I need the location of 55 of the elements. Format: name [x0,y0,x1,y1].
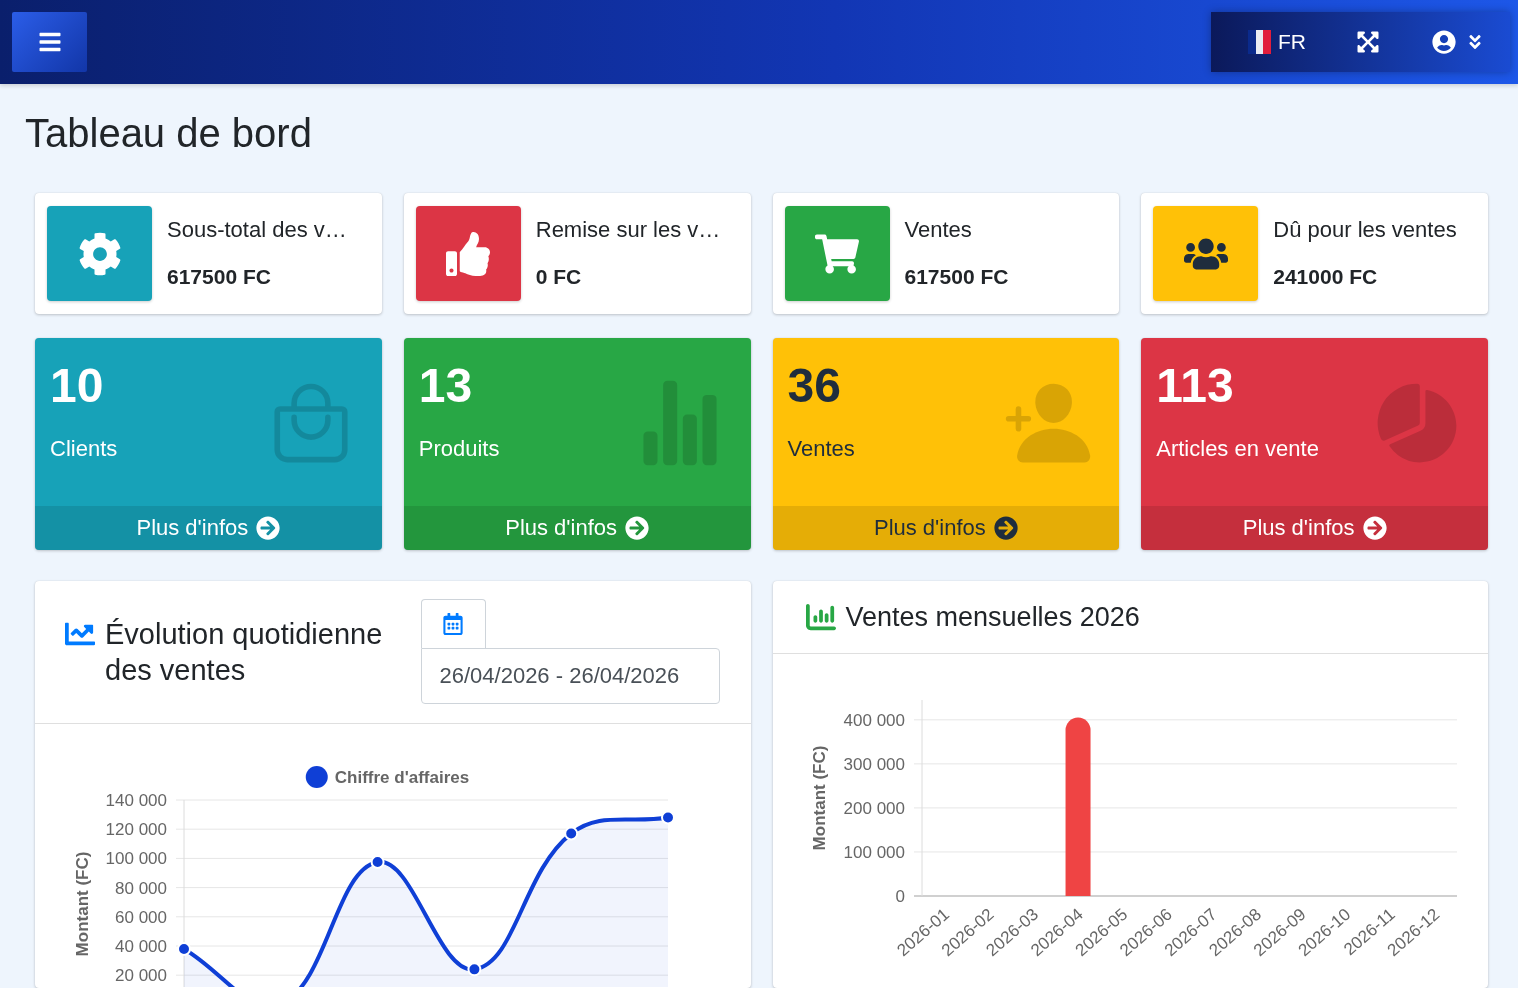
y-axis-label: 80 000 [115,878,167,898]
user-menu-button[interactable] [1432,30,1484,54]
y-axis-title: Montant (FC) [73,851,92,957]
language-selector[interactable]: FR [1248,30,1306,54]
card-title: Ventes mensuelles 2026 [845,601,1140,634]
y-axis-label: 0 [895,887,905,906]
calendar-icon [442,613,464,635]
y-axis-label: 140 000 [105,791,167,810]
bar-chart-icon [805,602,836,632]
stat-label: Ventes [787,436,855,462]
stat-number: 113 [1156,358,1234,413]
info-label: Remise sur les v… [535,217,721,243]
stat-label: Produits [418,436,500,462]
user-icon [1432,30,1456,54]
legend-label: Chiffre d'affaires [334,768,470,787]
stat-number: 36 [787,358,841,413]
flag-icon [1248,30,1271,54]
info-label: Dû pour les ventes [1273,217,1457,243]
date-range-field[interactable]: 26/04/2026 - 26/04/2026 [420,648,720,704]
stat-label: Articles en vente [1156,436,1319,462]
data-point [661,810,675,825]
info-value: 0 FC [535,264,582,290]
y-axis-label: 20 000 [115,966,167,986]
data-point [177,941,191,956]
y-axis-title: Montant (FC) [809,745,829,851]
more-info-link[interactable]: Plus d'infos [772,506,1120,550]
data-point [467,962,482,977]
y-axis-label: 100 000 [105,849,167,869]
y-axis-label: 100 000 [843,842,905,862]
menu-button[interactable] [12,12,87,72]
y-axis-label: 60 000 [115,907,167,927]
stat-label: Clients [50,436,118,462]
y-axis-label: 120 000 [105,820,167,840]
more-info-link[interactable]: Plus d'infos [35,506,382,550]
info-value: 241000 FC [1273,264,1378,290]
info-label: Sous-total des v… [167,217,347,243]
menu-icon [37,30,62,54]
stat-number: 13 [418,358,473,413]
calendar-button[interactable] [420,599,486,648]
double-chevron-down-icon [1466,33,1484,51]
info-label: Ventes [904,217,972,243]
data-point [564,826,579,841]
more-info-link[interactable]: Plus d'infos [403,506,751,550]
fullscreen-icon[interactable] [1356,30,1380,54]
stat-number: 10 [50,358,104,413]
y-axis-label: 300 000 [843,754,905,774]
info-value: 617500 FC [167,264,271,290]
y-axis-label: 400 000 [843,710,905,730]
data-point [370,855,385,870]
page-title: Tableau de bord [25,110,312,156]
y-axis-label: 40 000 [115,937,167,956]
info-value: 617500 FC [904,264,1009,290]
y-axis-label: 200 000 [843,798,905,818]
card-title: Évolution quotidienne des ventes [105,616,384,688]
more-info-link[interactable]: Plus d'infos [1141,506,1488,550]
